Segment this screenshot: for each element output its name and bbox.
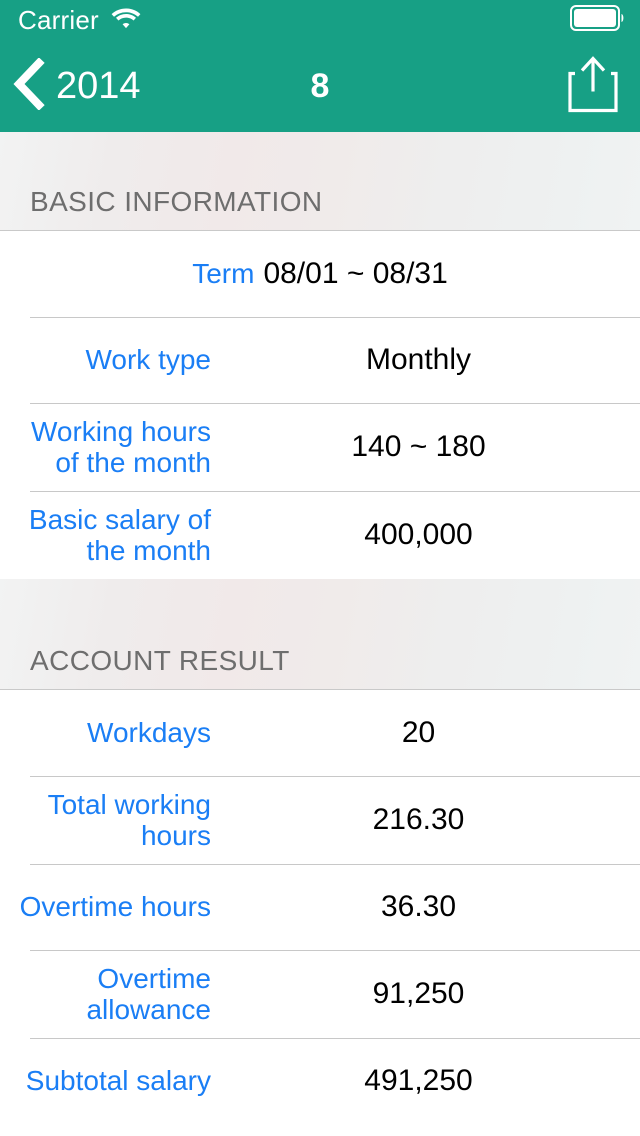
section-title: ACCOUNT RESULT [30, 645, 290, 676]
row-overtime-hours-value: 36.30 [380, 890, 457, 924]
row-overtime-allowance[interactable]: Overtime allowance 91,250 [0, 950, 640, 1038]
row-basic-salary-label-line1: Basic salary of [28, 503, 211, 535]
row-workdays-label: Workdays [87, 717, 211, 749]
row-subtotal-salary[interactable]: Subtotal salary 491,250 [0, 1038, 640, 1124]
row-work-type[interactable]: Work type Monthly [0, 317, 640, 403]
navigation-bar: 2014 8 [0, 40, 640, 132]
row-working-hours-label: Working hours of the month [0, 416, 211, 479]
row-basic-salary-value: 400,000 [364, 518, 473, 552]
row-term-content: Term 08/01 ~ 08/31 [0, 259, 640, 289]
battery-full-icon [570, 4, 626, 36]
carrier-label: Carrier [18, 5, 99, 35]
row-total-working-hours[interactable]: Total working hours 216.30 [0, 776, 640, 864]
row-overtime-hours[interactable]: Overtime hours 36.30 [0, 864, 640, 950]
row-working-hours-label-line2: of the month [55, 447, 211, 478]
back-button-label: 2014 [56, 65, 141, 107]
row-working-hours-value: 140 ~ 180 [351, 430, 486, 464]
back-button[interactable]: 2014 [0, 56, 141, 115]
row-total-working-hours-value: 216.30 [372, 803, 465, 837]
row-work-type-value: Monthly [365, 343, 472, 377]
row-overtime-allowance-label-line2: allowance [86, 994, 211, 1025]
row-overtime-allowance-label-line1: Overtime [97, 962, 211, 994]
row-working-hours-label-line1: Working hours [30, 415, 211, 447]
row-term-label: Term [192, 258, 255, 289]
row-overtime-hours-label: Overtime hours [19, 891, 211, 923]
row-basic-salary-of-the-month[interactable]: Basic salary of the month 400,000 [0, 491, 640, 579]
wifi-icon [111, 7, 141, 34]
section-header-account-result: ACCOUNT RESULT [0, 579, 640, 690]
row-working-hours-of-the-month[interactable]: Working hours of the month 140 ~ 180 [0, 403, 640, 491]
row-term-value: 08/01 ~ 08/31 [263, 257, 448, 290]
row-workdays-value: 20 [401, 716, 436, 750]
share-button[interactable] [568, 54, 618, 119]
row-overtime-allowance-label: Overtime allowance [0, 963, 211, 1026]
row-basic-salary-label-line2: the month [86, 535, 211, 566]
row-work-type-label: Work type [85, 344, 211, 376]
row-workdays[interactable]: Workdays 20 [0, 690, 640, 776]
row-overtime-allowance-value: 91,250 [372, 977, 465, 1011]
settings-table: BASIC INFORMATION Term 08/01 ~ 08/31 Wor… [0, 132, 640, 1124]
row-subtotal-salary-label: Subtotal salary [25, 1065, 211, 1097]
row-term[interactable]: Term 08/01 ~ 08/31 [0, 231, 640, 317]
chevron-left-icon [12, 56, 46, 115]
share-up-icon [568, 54, 618, 119]
row-basic-salary-label: Basic salary of the month [0, 504, 211, 567]
row-total-working-hours-label-line2: hours [140, 820, 211, 851]
status-bar: Carrier [0, 0, 640, 40]
section-title: BASIC INFORMATION [30, 186, 323, 217]
row-total-working-hours-label: Total working hours [0, 789, 211, 852]
row-total-working-hours-label-line1: Total working [47, 788, 211, 820]
section-header-basic-information: BASIC INFORMATION [0, 132, 640, 231]
row-subtotal-salary-value: 491,250 [364, 1064, 473, 1098]
